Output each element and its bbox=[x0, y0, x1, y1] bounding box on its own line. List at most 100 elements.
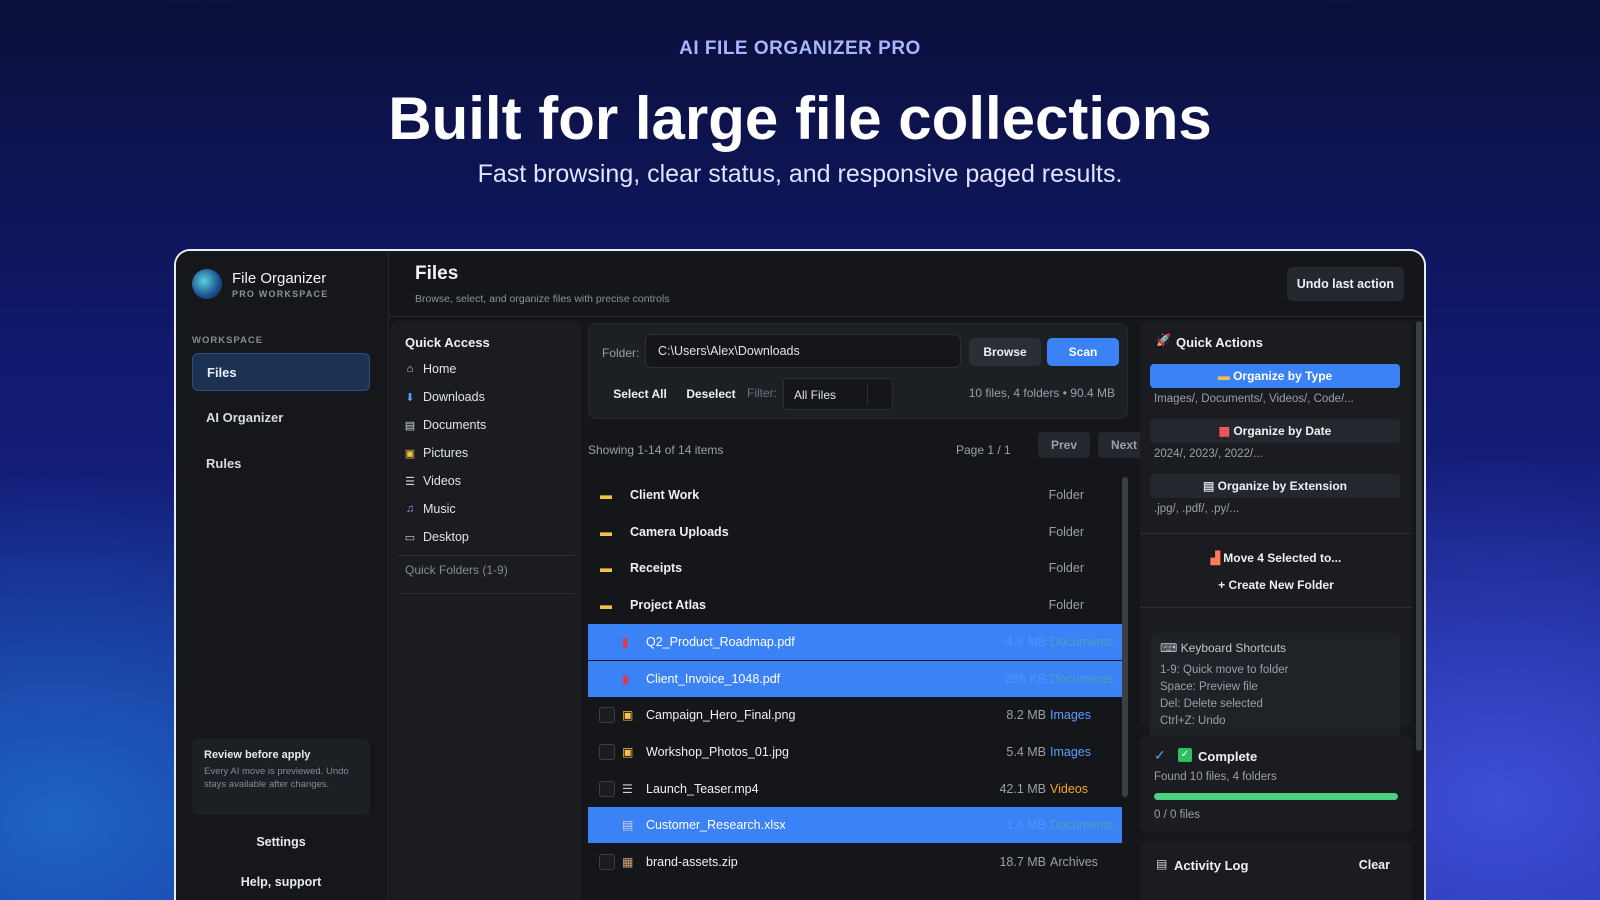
review-notice: Review before apply Every AI move is pre… bbox=[192, 739, 370, 815]
row-checkbox[interactable] bbox=[599, 780, 615, 797]
file-name: Project Atlas bbox=[630, 598, 706, 613]
file-row[interactable]: ▬ Project Atlas Folder bbox=[588, 587, 1122, 623]
organize-by-type-hint: Images/, Documents/, Videos/, Code/... bbox=[1154, 393, 1354, 405]
divider bbox=[397, 593, 575, 594]
file-size: 1.6 MB bbox=[1006, 818, 1046, 833]
file-type: Folder bbox=[1048, 524, 1084, 539]
quick-access-desktop[interactable]: ▭ Desktop bbox=[403, 527, 469, 547]
filter-select[interactable]: All Files bbox=[783, 378, 893, 410]
quick-access-music[interactable]: ♫ Music bbox=[403, 499, 456, 519]
sidebar-item-ai-organizer[interactable]: AI Organizer bbox=[192, 399, 370, 437]
file-size: 18.7 MB bbox=[999, 855, 1046, 869]
file-row[interactable]: ▮ Client_Invoice_1048.pdf 286 KB Documents bbox=[588, 660, 1122, 697]
keyboard-shortcuts: ⌨ Keyboard Shortcuts 1-9: Quick move to … bbox=[1150, 633, 1400, 739]
home-icon: ⌂ bbox=[406, 363, 414, 375]
page-indicator: Page 1 / 1 bbox=[956, 443, 1011, 457]
rocket-icon: 🚀 bbox=[1156, 333, 1171, 347]
image-icon: ▣ bbox=[622, 708, 634, 723]
keyboard-shortcuts-label: Keyboard Shortcuts bbox=[1180, 641, 1287, 655]
file-row[interactable]: ▬ Camera Uploads Folder bbox=[588, 514, 1122, 550]
quick-access-documents[interactable]: ▤ Documents bbox=[403, 415, 486, 435]
folder-icon: ▬ bbox=[600, 561, 612, 576]
organize-by-type-label: Organize by Type bbox=[1233, 369, 1333, 383]
file-row[interactable]: ▣ Workshop_Photos_01.jpg 5.4 MB Images bbox=[588, 734, 1122, 770]
undo-button[interactable]: Undo last action bbox=[1286, 267, 1404, 301]
calendar-icon: ▦ bbox=[1218, 424, 1234, 438]
pdf-icon: ▮ bbox=[622, 671, 629, 686]
workspace-label: WORKSPACE bbox=[192, 335, 264, 346]
row-checkbox[interactable] bbox=[599, 854, 615, 870]
file-name: Receipts bbox=[630, 561, 683, 576]
file-row[interactable]: ▤ Customer_Research.xlsx 1.6 MB Documents bbox=[588, 807, 1122, 844]
sidebar-item-rules[interactable]: Rules bbox=[192, 445, 370, 483]
brand-sub: PRO WORKSPACE bbox=[232, 288, 329, 299]
organize-by-date-button[interactable]: ▦ Organize by Date bbox=[1150, 419, 1400, 443]
file-list-scrollbar[interactable] bbox=[1122, 477, 1128, 797]
file-row[interactable]: ▬ Receipts Folder bbox=[588, 550, 1122, 586]
file-name: brand-assets.zip bbox=[646, 855, 738, 869]
move-icon: ▟ bbox=[1210, 551, 1224, 565]
quick-access-label: Desktop bbox=[423, 530, 469, 544]
browse-button[interactable]: Browse bbox=[969, 338, 1041, 366]
hero-eyebrow: AI FILE ORGANIZER PRO bbox=[679, 38, 921, 59]
file-name: Workshop_Photos_01.jpg bbox=[646, 744, 789, 759]
quick-actions-panel: 🚀 Quick Actions ▬ Organize by Type Image… bbox=[1140, 321, 1412, 739]
folder-path-input[interactable]: C:\Users\Alex\Downloads bbox=[645, 334, 961, 368]
file-icon: ▤ bbox=[1202, 479, 1218, 493]
keyboard-shortcuts-title: ⌨ Keyboard Shortcuts bbox=[1160, 641, 1390, 655]
file-name: Customer_Research.xlsx bbox=[646, 818, 786, 833]
prev-page-button[interactable]: Prev bbox=[1038, 432, 1090, 458]
select-all-button[interactable]: Select All bbox=[605, 380, 675, 408]
filter-label: Filter: bbox=[747, 386, 777, 400]
help-link[interactable]: Help, support bbox=[192, 875, 370, 889]
file-type: Archives bbox=[1050, 855, 1098, 869]
file-row[interactable]: ▮ Q2_Product_Roadmap.pdf 4.8 MB Documents bbox=[588, 623, 1122, 660]
file-type: Folder bbox=[1048, 561, 1084, 576]
scan-button[interactable]: Scan bbox=[1047, 338, 1119, 366]
file-name: Launch_Teaser.mp4 bbox=[646, 781, 759, 796]
quick-access-home[interactable]: ⌂ Home bbox=[403, 359, 457, 379]
file-type: Folder bbox=[1048, 488, 1084, 502]
review-description: Every AI move is previewed. Undo stays a… bbox=[204, 766, 349, 790]
activity-log-title: Activity Log bbox=[1174, 858, 1249, 873]
videos-icon: ☰ bbox=[405, 475, 415, 488]
folder-icon: ▬ bbox=[600, 488, 612, 502]
row-checkbox[interactable] bbox=[599, 743, 615, 760]
file-size: 5.4 MB bbox=[1006, 744, 1046, 759]
move-selected-label: Move 4 Selected to... bbox=[1223, 551, 1342, 565]
organize-by-type-button[interactable]: ▬ Organize by Type bbox=[1150, 364, 1400, 388]
quick-access-label: Documents bbox=[423, 418, 487, 432]
organize-by-extension-label: Organize by Extension bbox=[1217, 479, 1348, 493]
file-row[interactable]: ▦ brand-assets.zip 18.7 MB Archives bbox=[588, 844, 1122, 880]
page-title: Files bbox=[415, 263, 459, 284]
app-logo-icon bbox=[192, 269, 222, 299]
quick-access-videos[interactable]: ☰ Videos bbox=[403, 471, 461, 491]
checkmark-icon: ✓ bbox=[1154, 747, 1166, 763]
sidebar-item-files[interactable]: Files bbox=[192, 353, 370, 391]
file-row[interactable]: ▣ Campaign_Hero_Final.png 8.2 MB Images bbox=[588, 697, 1122, 733]
clear-log-button[interactable]: Clear bbox=[1359, 858, 1390, 872]
page-header: Files Browse, select, and organize files… bbox=[389, 251, 1424, 317]
deselect-button[interactable]: Deselect bbox=[679, 380, 743, 408]
settings-link[interactable]: Settings bbox=[192, 835, 370, 849]
quick-access-downloads[interactable]: ⬇ Downloads bbox=[403, 387, 484, 407]
file-type: Images bbox=[1050, 744, 1091, 759]
divider bbox=[1140, 607, 1412, 608]
organize-by-extension-hint: .jpg/, .pdf/, .py/... bbox=[1154, 503, 1240, 515]
file-row[interactable]: ▬ Client Work Folder bbox=[588, 477, 1122, 513]
quick-access-label: Music bbox=[423, 502, 456, 516]
right-panel-scrollbar[interactable] bbox=[1416, 321, 1422, 751]
file-row[interactable]: ☰ Launch_Teaser.mp4 42.1 MB Videos bbox=[588, 771, 1122, 807]
move-selected-button[interactable]: ▟ Move 4 Selected to... bbox=[1140, 551, 1412, 565]
status-count: 0 / 0 files bbox=[1154, 809, 1201, 821]
file-type: Folder bbox=[1048, 598, 1084, 613]
shortcut-line: 1-9: Quick move to folder bbox=[1160, 664, 1289, 676]
file-type: Documents bbox=[1050, 818, 1114, 833]
hero-title: Built for large file collections bbox=[388, 85, 1212, 152]
create-folder-button[interactable]: + Create New Folder bbox=[1140, 578, 1412, 592]
quick-access-pictures[interactable]: ▣ Pictures bbox=[403, 443, 468, 463]
organize-by-extension-button[interactable]: ▤ Organize by Extension bbox=[1150, 474, 1400, 498]
zip-icon: ▦ bbox=[622, 855, 634, 869]
desktop-icon: ▭ bbox=[404, 531, 416, 544]
row-checkbox[interactable] bbox=[599, 707, 615, 724]
